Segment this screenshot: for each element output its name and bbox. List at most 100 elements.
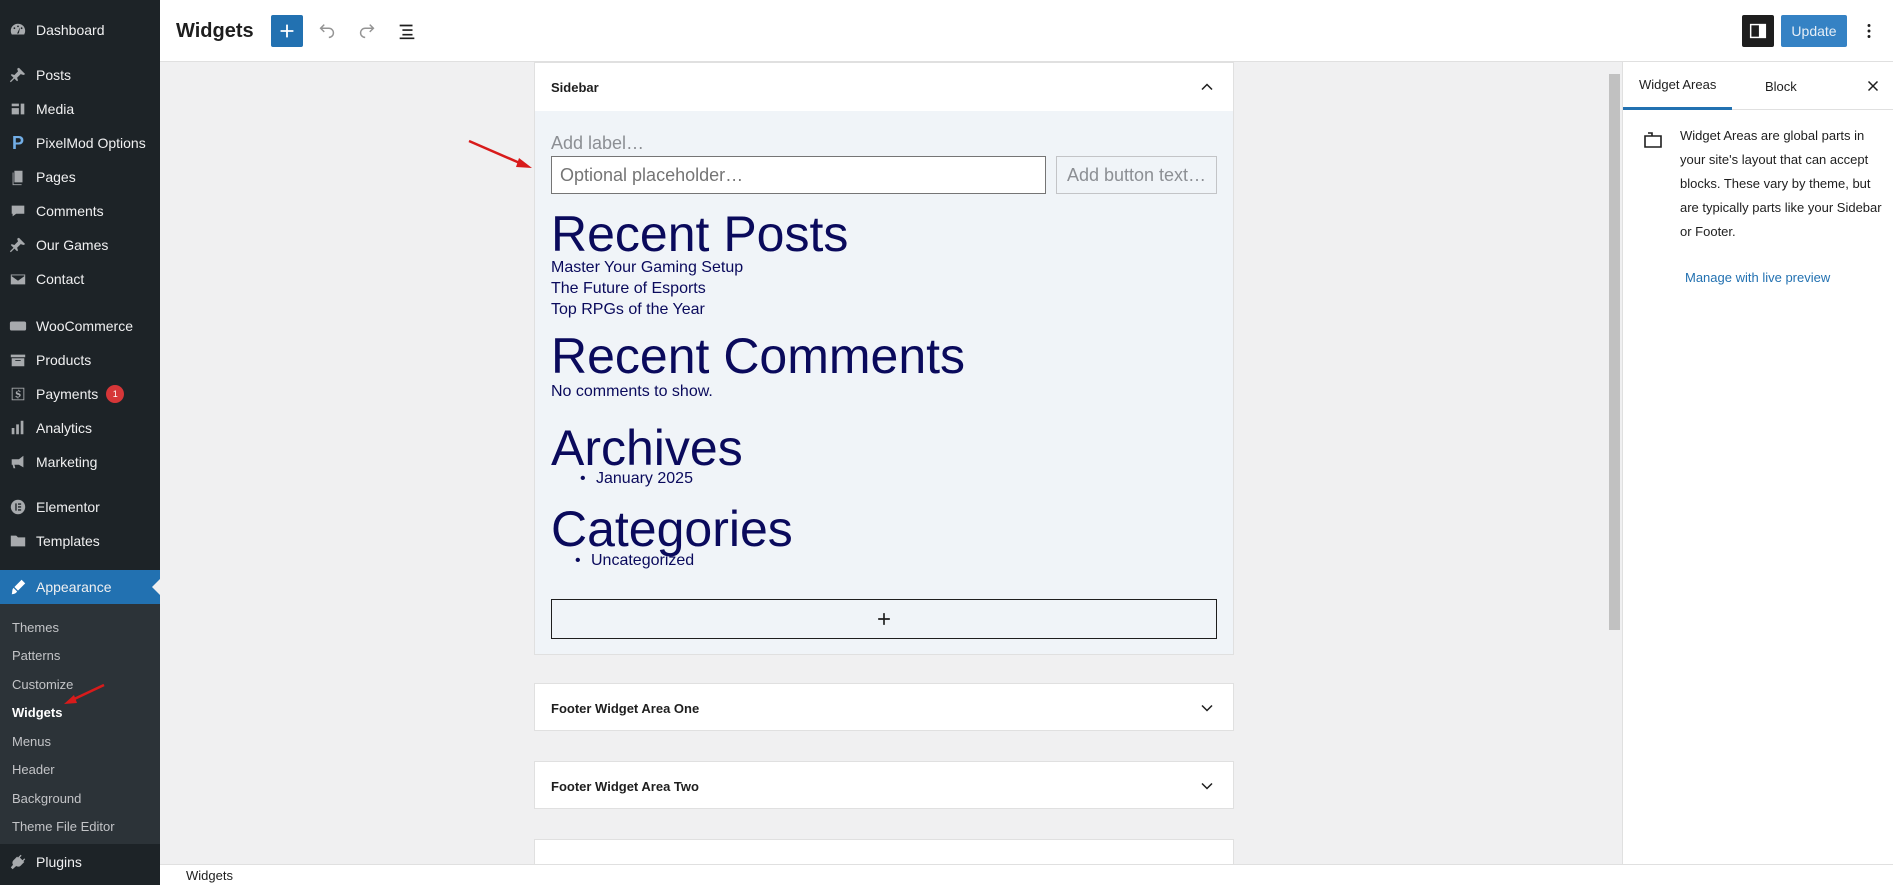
appearance-submenu: Themes Patterns Customize Widgets Menus … (0, 604, 160, 844)
menu-item-marketing[interactable]: Marketing (0, 445, 160, 479)
list-view-icon (399, 24, 415, 40)
page-title: Widgets (176, 20, 254, 42)
breadcrumb-item[interactable]: Widgets (186, 868, 233, 883)
menu-label: Products (36, 352, 92, 368)
block-appender-button[interactable] (551, 599, 1217, 639)
pages-icon (8, 167, 28, 187)
menu-item-pages[interactable]: Pages (0, 160, 160, 194)
recent-post-link[interactable]: The Future of Esports (551, 280, 706, 298)
settings-sidebar: Widget Areas Block Widget Areas are glob… (1622, 62, 1893, 864)
widget-area-sidebar: Sidebar Add label… Optional placeholder…… (534, 62, 1234, 655)
plus-icon (280, 24, 294, 38)
pushpin-icon (8, 235, 28, 255)
manage-live-preview-link[interactable]: Manage with live preview (1685, 270, 1830, 285)
widget-area-title: Sidebar (551, 79, 599, 95)
category-link[interactable]: Uncategorized (575, 552, 694, 570)
menu-item-plugins[interactable]: Plugins (0, 845, 160, 879)
submenu-background[interactable]: Background (12, 791, 81, 806)
widget-area-title: Footer Widget Area One (551, 700, 700, 716)
widget-area-partial (534, 839, 1234, 864)
folder-icon (8, 531, 28, 551)
menu-label: Plugins (36, 854, 82, 870)
submenu-theme-file-editor[interactable]: Theme File Editor (12, 819, 115, 834)
add-block-button[interactable] (271, 15, 303, 47)
menu-label: WooCommerce (36, 318, 133, 334)
redo-button[interactable] (351, 15, 383, 47)
tab-block[interactable]: Block (1749, 62, 1813, 110)
archive-link[interactable]: January 2025 (580, 470, 693, 488)
widget-area-header[interactable]: Sidebar (535, 63, 1233, 111)
breadcrumb: Widgets (160, 864, 1893, 885)
search-button-text[interactable]: Add button text… (1056, 156, 1217, 194)
menu-item-analytics[interactable]: Analytics (0, 411, 160, 445)
redo-icon (359, 24, 375, 39)
menu-item-posts[interactable]: Posts (0, 58, 160, 92)
chevron-down-icon (1201, 782, 1213, 790)
menu-item-media[interactable]: Media (0, 92, 160, 126)
bar-chart-icon (8, 418, 28, 438)
menu-item-pixelmod-options[interactable]: P PixelMod Options (0, 126, 160, 160)
pixelmod-icon: P (11, 132, 24, 153)
megaphone-icon (8, 452, 28, 472)
recent-posts-heading: Recent Posts (551, 206, 849, 262)
submenu-widgets[interactable]: Widgets (12, 705, 62, 720)
recent-post-link[interactable]: Master Your Gaming Setup (551, 259, 743, 277)
menu-item-templates[interactable]: Templates (0, 524, 160, 558)
menu-item-appearance[interactable]: Appearance (0, 570, 160, 604)
menu-label: Payments (36, 386, 99, 402)
menu-label: Pages (36, 169, 76, 185)
scrollbar-thumb[interactable] (1609, 74, 1620, 630)
menu-item-contact[interactable]: Contact (0, 262, 160, 296)
widget-areas-description: Widget Areas are global parts in your si… (1680, 128, 1882, 239)
menu-item-woocommerce[interactable]: WooCommerce (0, 309, 160, 343)
widget-area-footer-two: Footer Widget Area Two (534, 761, 1234, 809)
menu-item-our-games[interactable]: Our Games (0, 228, 160, 262)
menu-item-dashboard[interactable]: Dashboard (0, 13, 160, 47)
woocommerce-icon (8, 316, 28, 336)
elementor-icon (8, 497, 28, 517)
menu-label: Contact (36, 271, 85, 287)
dollar-icon (8, 384, 28, 404)
editor-toolbar: Widgets Update (160, 0, 1893, 62)
menu-label: Analytics (36, 420, 93, 436)
archive-icon (8, 350, 28, 370)
widget-area-header[interactable]: Footer Widget Area Two (535, 762, 1233, 810)
notification-badge: 1 (106, 385, 125, 403)
sidebar-panel-icon (1749, 23, 1767, 39)
close-panel-button[interactable] (1861, 74, 1885, 98)
vertical-ellipsis-icon (1867, 24, 1871, 38)
annotation-arrow (468, 139, 532, 168)
more-options-button[interactable] (1857, 15, 1881, 47)
settings-tabs: Widget Areas Block (1623, 62, 1893, 110)
recent-comments-heading: Recent Comments (551, 328, 966, 384)
submenu-themes[interactable]: Themes (12, 620, 59, 635)
search-input[interactable]: Optional placeholder… (551, 156, 1046, 194)
widget-area-header[interactable]: Footer Widget Area One (535, 684, 1233, 732)
menu-item-comments[interactable]: Comments (0, 194, 160, 228)
widgets-canvas: Sidebar Add label… Optional placeholder…… (160, 62, 1622, 864)
undo-button[interactable] (311, 15, 343, 47)
menu-label: Elementor (36, 499, 100, 515)
list-view-button[interactable] (391, 15, 423, 47)
update-button[interactable]: Update (1781, 15, 1847, 47)
menu-item-products[interactable]: Products (0, 343, 160, 377)
submenu-menus[interactable]: Menus (12, 734, 51, 749)
menu-item-elementor[interactable]: Elementor (0, 490, 160, 524)
menu-label: Comments (36, 203, 104, 219)
search-label-placeholder[interactable]: Add label… (551, 133, 644, 154)
tab-widget-areas[interactable]: Widget Areas (1623, 62, 1733, 110)
submenu-header[interactable]: Header (12, 762, 55, 777)
submenu-patterns[interactable]: Patterns (12, 648, 60, 663)
recent-post-link[interactable]: Top RPGs of the Year (551, 301, 705, 319)
widget-area-content: Add label… Optional placeholder… Add but… (535, 111, 1233, 654)
submenu-customize[interactable]: Customize (12, 677, 73, 692)
plug-icon (8, 852, 28, 872)
widget-area-icon (1644, 132, 1662, 148)
menu-label: Media (36, 101, 75, 117)
archives-heading: Archives (551, 420, 743, 476)
settings-panel-toggle[interactable] (1742, 15, 1774, 47)
media-icon (8, 99, 28, 119)
menu-item-payments[interactable]: Payments 1 (0, 377, 160, 411)
menu-label: Appearance (36, 579, 112, 595)
widget-area-footer-one: Footer Widget Area One (534, 683, 1234, 731)
